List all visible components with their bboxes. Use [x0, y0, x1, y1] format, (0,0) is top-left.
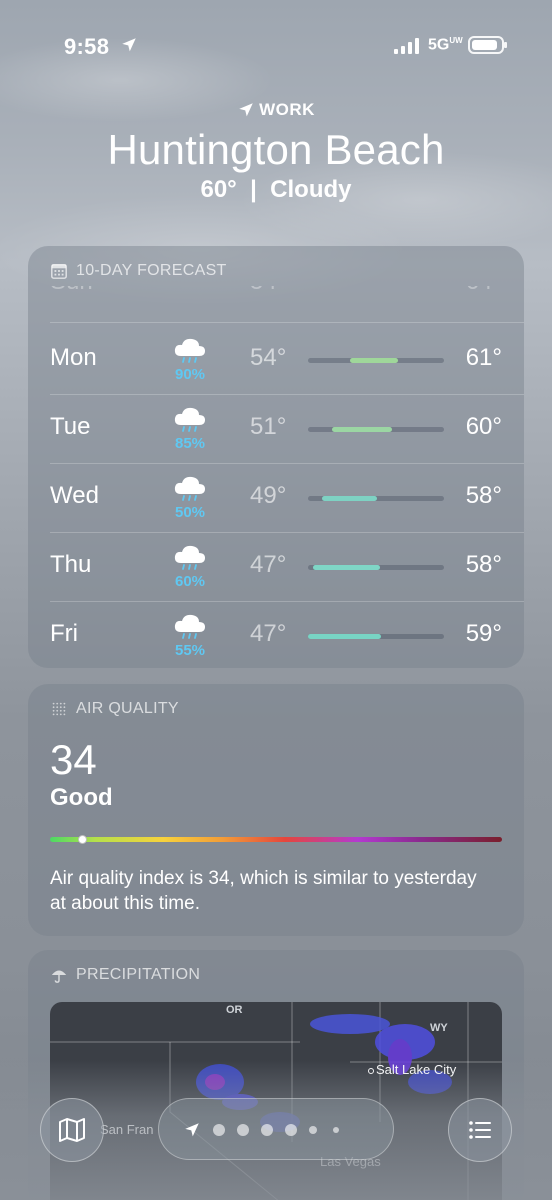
battery-icon	[468, 36, 507, 54]
forecast-row: Fri 55% 47° 59°	[50, 602, 502, 668]
precipitation-card-title: PRECIPITATION	[50, 966, 200, 984]
forecast-high: 58°	[465, 551, 502, 578]
list-button[interactable]	[448, 1098, 512, 1162]
air-quality-scale-bar	[50, 835, 502, 844]
temp-range-track	[308, 358, 444, 363]
city-name: Huntington Beach	[107, 126, 445, 173]
page-dot[interactable]	[285, 1124, 297, 1136]
temp-range-track	[308, 496, 444, 501]
forecast-row: Tue 85% 51° 60°	[50, 395, 502, 463]
umbrella-icon	[51, 970, 67, 983]
rain-cloud-icon	[174, 338, 205, 363]
forecast-partial-row: Sun 54° 64°	[50, 286, 502, 300]
forecast-day: Wed	[50, 482, 99, 509]
temp-range-bar	[321, 496, 378, 501]
air-quality-description: Air quality index is 34, which is simila…	[50, 868, 477, 914]
forecast-row: Mon 90% 54° 61°	[50, 326, 502, 394]
forecast-low: 54°	[250, 344, 287, 371]
precip-chance: 50%	[174, 504, 206, 521]
temp-range-bar	[350, 358, 398, 363]
rain-cloud-icon	[174, 614, 205, 639]
current-temp-condition: 60° | Cloudy	[200, 176, 352, 203]
forecast-card-title: 10-DAY FORECAST	[50, 262, 227, 280]
page-dot[interactable]	[213, 1124, 225, 1136]
forecast-low: 47°	[250, 551, 287, 578]
air-quality-index: 34	[50, 736, 97, 783]
map-city-salt-lake: Salt Lake City	[368, 1062, 456, 1077]
network-type: 5GUW	[428, 36, 463, 54]
temp-range-track	[308, 427, 444, 432]
temp-range-track	[308, 634, 444, 639]
precipitation-card[interactable]: PRECIPITATION OR WY Salt Lake City San F…	[28, 950, 524, 1200]
forecast-high: 59°	[465, 620, 502, 647]
air-quality-dots-icon	[52, 702, 66, 716]
rain-cloud-icon	[174, 545, 205, 570]
map-label-wy: WY	[430, 1022, 448, 1034]
calendar-icon	[51, 263, 67, 279]
forecast-day: Thu	[50, 551, 92, 578]
air-quality-card[interactable]: AIR QUALITY 34 Good Air quality index is…	[28, 684, 524, 936]
location-tag: WORK	[0, 100, 552, 120]
map-icon	[59, 1118, 85, 1142]
forecast-row: Thu 60% 47° 58°	[50, 533, 502, 601]
temp-range-track	[308, 565, 444, 570]
air-quality-category: Good	[50, 784, 113, 811]
location-header: WORK Huntington Beach 60° | Cloudy	[0, 100, 552, 204]
cellular-signal-icon	[394, 38, 419, 54]
rain-cloud-icon	[174, 476, 205, 501]
forecast-high: 61°	[465, 344, 502, 371]
precip-chance: 90%	[174, 366, 206, 383]
forecast-high: 58°	[465, 482, 502, 509]
precip-chance: 60%	[174, 573, 206, 590]
map-label-or: OR	[226, 1004, 243, 1016]
page-dot[interactable]	[333, 1127, 339, 1133]
precip-chance: 55%	[174, 642, 206, 659]
forecast-high: 60°	[465, 413, 502, 440]
location-pager[interactable]	[158, 1098, 394, 1160]
current-location-arrow-icon	[185, 1123, 199, 1137]
status-bar: 9:58 5GUW	[0, 30, 552, 66]
page-dot[interactable]	[309, 1126, 317, 1134]
page-dot[interactable]	[237, 1124, 249, 1136]
precip-chance: 85%	[174, 435, 206, 452]
temp-range-bar	[313, 565, 381, 570]
status-time: 9:58	[64, 34, 110, 59]
location-arrow-icon	[239, 103, 253, 117]
list-icon	[469, 1121, 491, 1139]
map-city-san-fran: San Fran	[100, 1122, 154, 1137]
air-quality-card-title: AIR QUALITY	[50, 700, 179, 718]
forecast-low: 49°	[250, 482, 287, 509]
forecast-low: 51°	[250, 413, 287, 440]
air-quality-indicator	[77, 835, 87, 844]
temp-range-bar	[332, 427, 393, 432]
forecast-low: 47°	[250, 620, 287, 647]
rain-cloud-icon	[174, 407, 205, 432]
location-arrow-icon	[122, 38, 136, 52]
forecast-day: Tue	[50, 413, 91, 440]
forecast-divider	[50, 322, 524, 323]
forecast-day: Mon	[50, 344, 97, 371]
forecast-day: Fri	[50, 620, 78, 647]
map-button[interactable]	[40, 1098, 104, 1162]
temp-range-bar	[308, 634, 382, 639]
forecast-row: Wed 50% 49° 58°	[50, 464, 502, 532]
ten-day-forecast-card[interactable]: 10-DAY FORECAST Sun 54° 64° Mon 90% 54° 61°…	[28, 246, 524, 668]
page-dot[interactable]	[261, 1124, 273, 1136]
